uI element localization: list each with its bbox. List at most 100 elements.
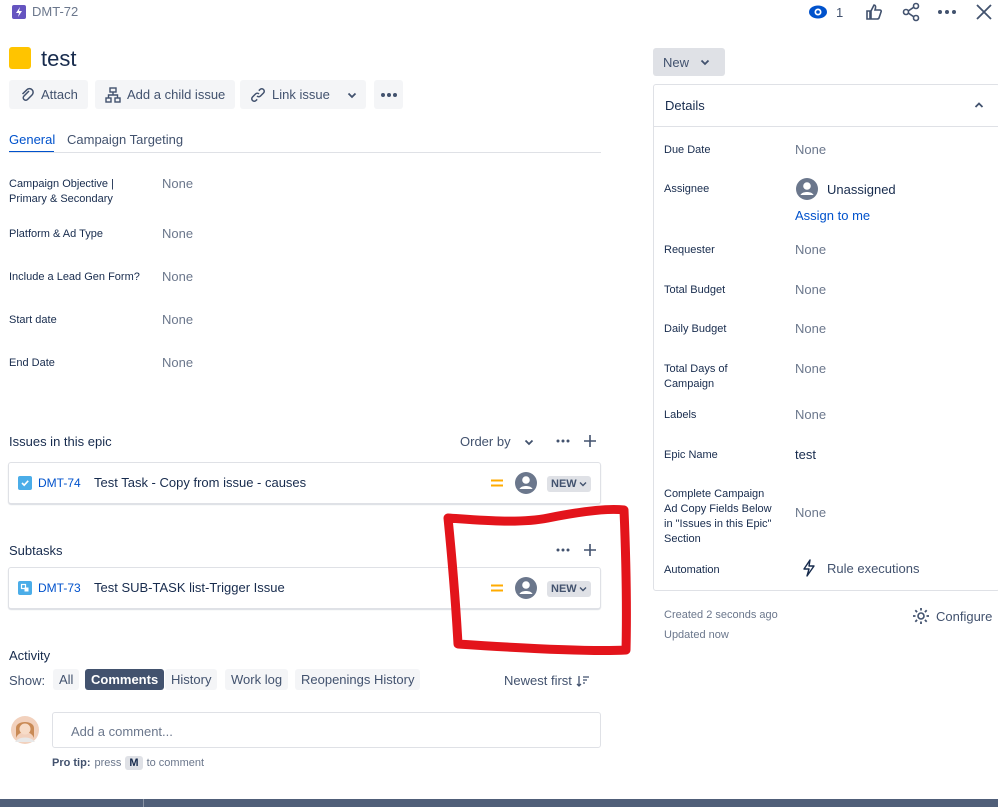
chevron-down-icon xyxy=(579,482,587,487)
tab-general[interactable]: General xyxy=(9,132,55,147)
watch-button[interactable]: 1 xyxy=(808,3,843,21)
requester-label: Requester xyxy=(664,244,715,256)
field-label-lead-gen: Include a Lead Gen Form? xyxy=(9,271,140,283)
attach-label: Attach xyxy=(41,87,78,102)
issue-title[interactable]: test xyxy=(41,46,76,72)
field-value-end-date[interactable]: None xyxy=(162,355,193,370)
comment-placeholder: Add a comment... xyxy=(71,724,173,739)
eye-icon xyxy=(808,3,828,21)
assignee-field[interactable]: Unassigned xyxy=(796,178,896,200)
pro-tip-key: M xyxy=(125,756,143,770)
chevron-down-icon xyxy=(523,436,535,448)
details-heading: Details xyxy=(665,98,705,113)
total-days-label: Total Days of Campaign xyxy=(664,363,728,390)
issue-key[interactable]: DMT-72 xyxy=(32,4,78,19)
link-issue-label: Link issue xyxy=(272,87,330,102)
complete-campaign-value[interactable]: None xyxy=(795,505,826,520)
close-icon[interactable] xyxy=(974,2,994,22)
sort-newest-button[interactable]: Newest first xyxy=(504,673,590,688)
activity-filter-all[interactable]: All xyxy=(53,669,80,690)
bottom-bar xyxy=(0,799,998,807)
gear-icon xyxy=(912,607,930,625)
labels-label: Labels xyxy=(664,409,697,421)
sort-label: Newest first xyxy=(504,673,572,688)
more-toolbar-button[interactable] xyxy=(374,80,403,109)
user-avatar xyxy=(11,716,39,744)
due-date-value[interactable]: None xyxy=(795,142,826,157)
epic-issues-heading: Issues in this epic xyxy=(9,434,112,449)
thumbs-up-icon[interactable] xyxy=(864,2,884,22)
status-dropdown[interactable]: New xyxy=(653,48,725,76)
activity-filter-reopenings[interactable]: Reopenings History xyxy=(295,669,421,690)
epic-more-icon[interactable] xyxy=(556,438,570,444)
link-issue-button[interactable]: Link issue xyxy=(240,80,340,109)
details-header[interactable]: Details xyxy=(653,84,998,127)
assign-to-me-link[interactable]: Assign to me xyxy=(795,208,870,223)
created-timestamp: Created 2 seconds ago xyxy=(664,609,778,621)
subtask-summary[interactable]: Test SUB-TASK list-Trigger Issue xyxy=(94,580,285,595)
task-type-icon xyxy=(18,476,32,490)
order-by-label: Order by xyxy=(460,434,511,449)
field-label-end-date: End Date xyxy=(9,357,55,369)
epic-type-icon xyxy=(12,4,26,19)
activity-filter-history[interactable]: History xyxy=(165,669,218,690)
assignee-avatar-icon[interactable] xyxy=(515,472,537,494)
updated-timestamp: Updated now xyxy=(664,629,729,641)
epic-issue-status[interactable]: NEW xyxy=(547,476,591,492)
complete-campaign-label: Complete Campaign Ad Copy Fields Below i… xyxy=(664,488,772,545)
more-actions-icon[interactable] xyxy=(937,2,957,22)
attach-button[interactable]: Attach xyxy=(9,80,88,109)
requester-value[interactable]: None xyxy=(795,242,826,257)
comment-input[interactable]: Add a comment... xyxy=(52,712,601,748)
activity-filter-comments[interactable]: Comments xyxy=(85,669,165,690)
assignee-value: Unassigned xyxy=(827,181,896,197)
total-days-value[interactable]: None xyxy=(795,361,826,376)
epic-issue-key[interactable]: DMT-74 xyxy=(38,476,81,490)
field-value-lead-gen[interactable]: None xyxy=(162,269,193,284)
total-budget-value[interactable]: None xyxy=(795,282,826,297)
pro-tip: Pro tip: press M to comment xyxy=(52,756,204,770)
rule-executions-label: Rule executions xyxy=(827,560,920,576)
field-value-campaign-objective[interactable]: None xyxy=(162,176,193,191)
lightning-icon xyxy=(801,559,817,577)
red-annotation-outline xyxy=(443,505,631,656)
issue-breadcrumb[interactable]: DMT-72 xyxy=(12,4,78,19)
link-icon xyxy=(250,87,266,103)
epic-name-label: Epic Name xyxy=(664,449,718,461)
epic-add-icon[interactable] xyxy=(583,434,597,448)
configure-button[interactable]: Configure xyxy=(912,607,992,625)
field-value-platform[interactable]: None xyxy=(162,226,193,241)
labels-value[interactable]: None xyxy=(795,407,826,422)
hierarchy-icon xyxy=(105,86,121,103)
watch-count: 1 xyxy=(836,4,844,20)
order-by-button[interactable]: Order by xyxy=(460,434,535,449)
field-label-campaign-objective: Campaign Objective | Primary & Secondary xyxy=(9,178,114,205)
configure-label: Configure xyxy=(936,608,993,624)
field-label-start-date: Start date xyxy=(9,314,57,326)
share-icon[interactable] xyxy=(901,2,921,22)
priority-medium-icon xyxy=(490,478,504,488)
tab-campaign-targeting[interactable]: Campaign Targeting xyxy=(67,132,183,147)
subtasks-heading: Subtasks xyxy=(9,543,63,558)
pro-tip-bold: Pro tip: xyxy=(52,757,91,769)
activity-show-label: Show: xyxy=(9,673,46,688)
subtask-key[interactable]: DMT-73 xyxy=(38,581,81,595)
bottom-bar-divider xyxy=(143,799,144,807)
chevron-up-icon[interactable] xyxy=(973,99,985,111)
subtask-type-icon xyxy=(18,581,32,595)
chevron-down-icon xyxy=(699,56,711,68)
chevron-down-icon xyxy=(346,89,358,101)
activity-heading: Activity xyxy=(9,648,51,663)
epic-name-value[interactable]: test xyxy=(795,447,816,462)
rule-executions-button[interactable]: Rule executions xyxy=(801,559,920,577)
field-label-platform: Platform & Ad Type xyxy=(9,228,103,240)
field-value-start-date[interactable]: None xyxy=(162,312,193,327)
activity-filter-worklog[interactable]: Work log xyxy=(225,669,289,690)
pro-tip-press: press xyxy=(94,757,122,769)
epic-issue-summary[interactable]: Test Task - Copy from issue - causes xyxy=(94,475,306,490)
automation-label: Automation xyxy=(664,564,720,576)
status-label: New xyxy=(663,54,690,70)
daily-budget-value[interactable]: None xyxy=(795,321,826,336)
add-child-issue-button[interactable]: Add a child issue xyxy=(95,80,236,109)
link-issue-dropdown[interactable] xyxy=(338,80,366,109)
